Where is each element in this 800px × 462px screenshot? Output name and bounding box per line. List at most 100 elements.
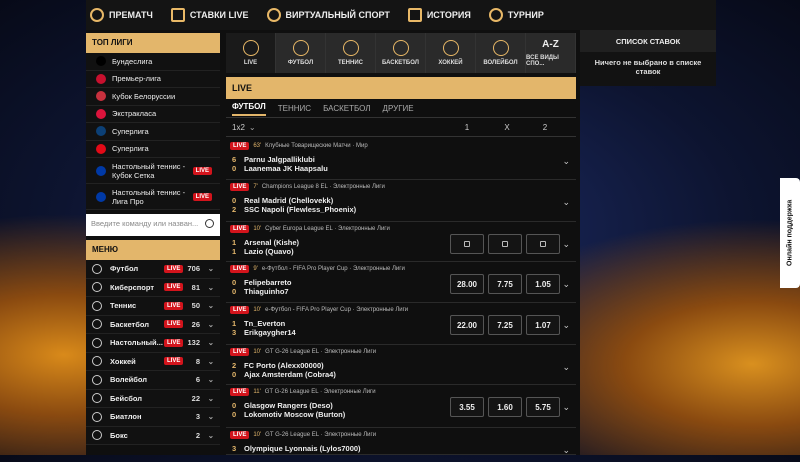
chevron-down-icon[interactable]: ⌄	[562, 320, 570, 331]
flag-icon	[96, 73, 106, 84]
team-2: 2 SSC Napoli (Flewless_Phoenix)	[232, 205, 356, 214]
league-item[interactable]: Кубок Белоруссии	[86, 88, 220, 106]
league-item[interactable]: Суперлига	[86, 140, 220, 158]
live-badge: LIVE	[164, 283, 184, 292]
odd-button[interactable]	[450, 234, 484, 254]
event-row[interactable]: LIVE 63' Клубные Товарищеские Матчи · Мир 6…	[226, 139, 576, 180]
odd-button[interactable]: 22.00	[450, 315, 484, 335]
score-1: 2	[232, 361, 237, 370]
chevron-down-icon: ⌄	[207, 430, 214, 440]
chevron-down-icon: ⌄	[207, 282, 214, 292]
team-2: 0 Lokomotiv Moscow (Burton)	[232, 410, 345, 419]
event-time: 63'	[253, 143, 262, 149]
odd-button[interactable]: 1.60	[488, 397, 522, 417]
event-league: e-Футбол - FIFA Pro Player Cup · Электро…	[261, 266, 405, 272]
menu-item[interactable]: Бейсбол 22 ⌄	[86, 389, 220, 408]
live-badge: LIVE	[164, 301, 184, 310]
tab-1[interactable]: ТЕННИС	[278, 104, 311, 113]
nav-virtual-sport[interactable]: ВИРТУАЛЬНЫЙ СПОРТ	[266, 8, 390, 22]
search-input[interactable]: Введите команду или назван...	[86, 214, 220, 236]
score-1: 0	[232, 278, 237, 287]
odd-button[interactable]: 28.00	[450, 274, 484, 294]
category-4[interactable]: ХОККЕЙ	[426, 33, 476, 73]
league-item[interactable]: Премьер-лига	[86, 70, 220, 88]
chevron-down-icon[interactable]: ⌄	[562, 445, 570, 456]
event-row[interactable]: LIVE 10' GT G-26 League EL · Электронные Л…	[226, 345, 576, 385]
tab-0[interactable]: ФУТБОЛ	[232, 102, 266, 116]
league-item[interactable]: Настольный теннис - Кубок Сетка LIVE	[86, 158, 220, 184]
category-6[interactable]: A-Z ВСЕ ВИДЫ СПО...	[526, 33, 576, 73]
chevron-down-icon: ⌄	[207, 264, 214, 274]
odd-value: 7.75	[497, 279, 513, 289]
odd-button[interactable]	[526, 234, 560, 254]
menu-label: Биатлон	[110, 412, 142, 422]
live-badge: LIVE	[230, 183, 250, 191]
menu-label: Настольный...	[110, 338, 163, 348]
chevron-down-icon[interactable]: ⌄	[562, 279, 570, 290]
menu-item[interactable]: Настольный... LIVE 132 ⌄	[86, 334, 220, 353]
event-row[interactable]: LIVE 10' e-Футбол - FIFA Pro Player Cup · …	[226, 303, 576, 345]
menu-label: Теннис	[110, 301, 137, 311]
odd-button[interactable]: 7.75	[488, 274, 522, 294]
runner-icon	[266, 8, 281, 22]
event-time: 10'	[253, 226, 262, 232]
live-badge: LIVE	[164, 357, 184, 366]
odd-button[interactable]: 1.05	[526, 274, 560, 294]
league-item[interactable]: Настольный теннис - Лига Про LIVE	[86, 184, 220, 210]
tab-3[interactable]: ДРУГИЕ	[383, 104, 414, 113]
menu-item[interactable]: Биатлон 3 ⌄	[86, 408, 220, 427]
menu-item[interactable]: Волейбол 6 ⌄	[86, 371, 220, 390]
odd-button[interactable]: 7.25	[488, 315, 522, 335]
event-count: 132	[187, 338, 200, 348]
event-row[interactable]: LIVE 10' Cyber Europa League EL · Электрон…	[226, 222, 576, 262]
category-0[interactable]: LIVE	[226, 33, 276, 73]
menu-item[interactable]: Теннис LIVE 50 ⌄	[86, 297, 220, 316]
event-row[interactable]: LIVE 10' GT G-26 League EL · Электронные Л…	[226, 428, 576, 455]
menu-item[interactable]: Футбол LIVE 706 ⌄	[86, 260, 220, 279]
nav-live-bets[interactable]: СТАВКИ LIVE	[170, 8, 249, 22]
league-label: Кубок Белоруссии	[112, 91, 176, 101]
category-label: БАСКЕТБОЛ	[382, 60, 419, 66]
league-item[interactable]: Экстракласа	[86, 105, 220, 123]
nav-history[interactable]: ИСТОРИЯ	[407, 8, 471, 22]
event-count: 81	[191, 282, 200, 292]
odd-button[interactable]: 3.55	[450, 397, 484, 417]
chevron-down-icon[interactable]: ⌄	[562, 197, 570, 208]
menu-item[interactable]: Киберспорт LIVE 81 ⌄	[86, 278, 220, 297]
event-league: GT G-26 League EL · Электронные Лиги	[264, 389, 376, 395]
online-support-tab[interactable]: Онлайн поддержка	[780, 178, 800, 288]
event-row[interactable]: LIVE 9' e-Футбол - FIFA Pro Player Cup · Э…	[226, 262, 576, 303]
odd-button[interactable]	[488, 234, 522, 254]
chevron-down-icon[interactable]: ⌄	[562, 362, 570, 373]
league-item[interactable]: Бундеслига	[86, 53, 220, 71]
category-3[interactable]: БАСКЕТБОЛ	[376, 33, 426, 73]
lock-icon	[464, 241, 470, 247]
category-2[interactable]: ТЕННИС	[326, 33, 376, 73]
menu-item[interactable]: Баскетбол LIVE 26 ⌄	[86, 315, 220, 334]
event-row[interactable]: LIVE 7' Champions League 8 EL · Электронны…	[226, 180, 576, 222]
chevron-down-icon[interactable]: ⌄	[562, 239, 570, 250]
odd-button[interactable]: 5.75	[526, 397, 560, 417]
chevron-down-icon[interactable]: ⌄	[562, 402, 570, 413]
chevron-down-icon: ⌄	[207, 393, 214, 403]
chevron-down-icon[interactable]: ⌄	[562, 156, 570, 167]
category-1[interactable]: ФУТБОЛ	[276, 33, 326, 73]
event-row[interactable]: LIVE 11' GT G-26 League EL · Электронные Л…	[226, 385, 576, 428]
tab-2[interactable]: БАСКЕТБОЛ	[323, 104, 370, 113]
live-badge: LIVE	[230, 142, 250, 150]
odd-button[interactable]: 1.07	[526, 315, 560, 335]
live-badge: LIVE	[164, 338, 184, 347]
menu-label: Киберспорт	[110, 282, 155, 292]
sport-categories: LIVE ФУТБОЛ ТЕННИС БАСКЕТБОЛ ХОККЕЙ ВОЛЕЙБОЛ A…	[226, 33, 576, 73]
top-leagues-header: ТОП ЛИГИ	[86, 33, 220, 53]
bet-slip: СПИСОК СТАВОК Ничего не выбрано в списке…	[580, 30, 716, 86]
league-item[interactable]: Суперлига	[86, 123, 220, 141]
menu-item[interactable]: Хоккей LIVE 8 ⌄	[86, 352, 220, 371]
menu-item[interactable]: Бокс 2 ⌄	[86, 426, 220, 445]
market-select[interactable]: 1x2	[232, 123, 245, 132]
nav-tournament[interactable]: ТУРНИР	[488, 8, 544, 22]
score-1: 0	[232, 401, 237, 410]
event-time: 10'	[253, 349, 262, 355]
category-5[interactable]: ВОЛЕЙБОЛ	[476, 33, 526, 73]
nav-prematch[interactable]: ПРЕМАТЧ	[90, 8, 153, 22]
